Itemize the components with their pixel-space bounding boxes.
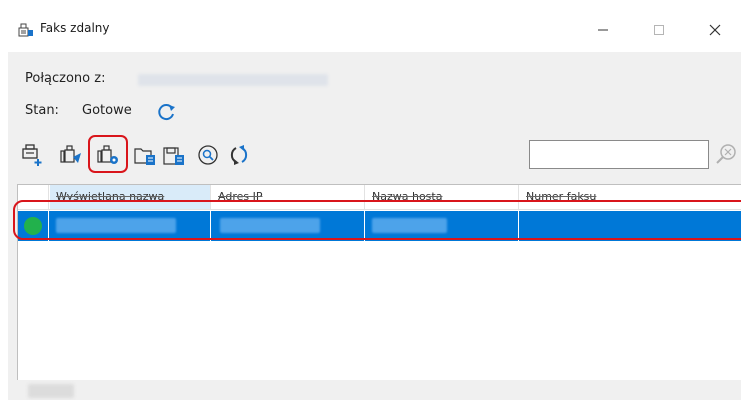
close-button[interactable] bbox=[692, 8, 738, 52]
search-icon[interactable] bbox=[714, 142, 738, 166]
add-fax-button[interactable] bbox=[20, 142, 46, 168]
status-bar-text bbox=[28, 384, 74, 398]
fax-settings-icon bbox=[97, 145, 118, 164]
save-icon bbox=[163, 147, 184, 165]
save-button[interactable] bbox=[161, 142, 187, 168]
fax-app-icon bbox=[18, 23, 33, 37]
open-folder-icon bbox=[134, 148, 155, 165]
add-fax-icon bbox=[22, 144, 42, 166]
refresh-icon[interactable] bbox=[155, 101, 177, 123]
status-value: Gotowe bbox=[82, 103, 132, 118]
open-folder-button[interactable] bbox=[132, 142, 158, 168]
minimize-icon bbox=[598, 29, 608, 31]
toolbar bbox=[8, 135, 741, 176]
refresh-list-button[interactable] bbox=[226, 142, 252, 168]
send-fax-icon bbox=[60, 145, 81, 163]
selected-row-highlight bbox=[13, 200, 741, 240]
minimize-button[interactable] bbox=[580, 8, 626, 52]
close-icon bbox=[709, 24, 721, 36]
search-fax-icon bbox=[198, 145, 218, 165]
search-input[interactable] bbox=[529, 140, 709, 169]
send-fax-button[interactable] bbox=[58, 142, 84, 168]
search-fax-button[interactable] bbox=[195, 142, 221, 168]
title-bar: Faks zdalny bbox=[8, 8, 741, 52]
connected-to-label: Połączono z: bbox=[25, 71, 106, 86]
maximize-button[interactable] bbox=[636, 8, 682, 52]
refresh-list-icon bbox=[230, 145, 248, 165]
maximize-icon bbox=[654, 25, 664, 35]
connected-host-value bbox=[138, 74, 328, 86]
window-title: Faks zdalny bbox=[40, 21, 110, 35]
fax-settings-button[interactable] bbox=[95, 142, 121, 168]
status-label: Stan: bbox=[25, 103, 59, 118]
